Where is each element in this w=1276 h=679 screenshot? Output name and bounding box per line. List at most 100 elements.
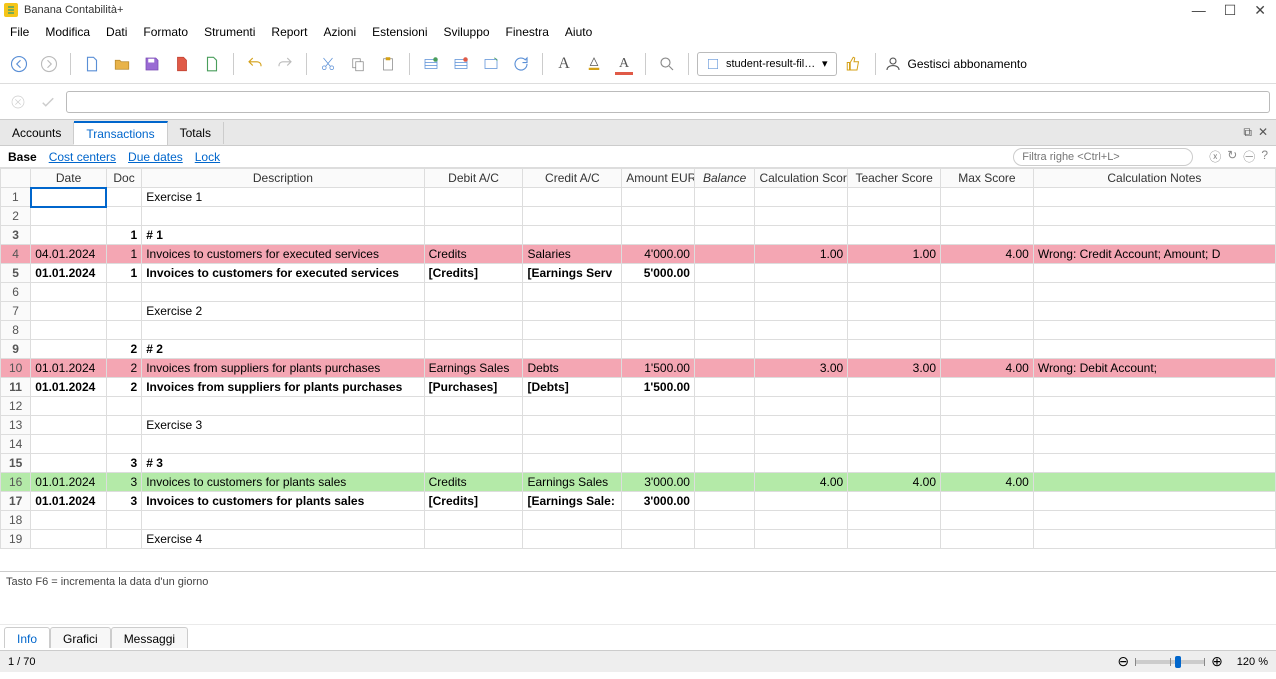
recalc-button[interactable]	[478, 51, 504, 77]
menu-aiuto[interactable]: Aiuto	[563, 23, 594, 41]
cell[interactable]	[755, 302, 848, 321]
cell[interactable]	[848, 511, 941, 530]
col-header[interactable]: Balance	[694, 169, 755, 188]
cell[interactable]	[106, 207, 141, 226]
cell[interactable]	[694, 416, 755, 435]
cell[interactable]	[694, 435, 755, 454]
cell[interactable]	[848, 397, 941, 416]
cell[interactable]	[622, 416, 695, 435]
save-button[interactable]	[139, 51, 165, 77]
subscription-button[interactable]: Gestisci abbonamento	[884, 55, 1027, 73]
cell[interactable]: Credits	[424, 245, 523, 264]
cell[interactable]	[424, 511, 523, 530]
cell[interactable]	[1033, 188, 1275, 207]
cell[interactable]: # 3	[142, 454, 424, 473]
cell[interactable]: 1	[106, 264, 141, 283]
translate-icon[interactable]: ㊀	[1243, 148, 1255, 165]
row-number[interactable]: 2	[1, 207, 31, 226]
cell[interactable]	[1033, 283, 1275, 302]
cell[interactable]	[755, 397, 848, 416]
cell[interactable]	[755, 435, 848, 454]
table-row[interactable]: 153# 3	[1, 454, 1276, 473]
cut-button[interactable]	[315, 51, 341, 77]
cell[interactable]	[622, 188, 695, 207]
cell[interactable]	[941, 435, 1034, 454]
cell[interactable]	[622, 321, 695, 340]
cell[interactable]	[424, 283, 523, 302]
cell[interactable]	[941, 454, 1034, 473]
cell[interactable]	[31, 207, 107, 226]
cell[interactable]	[755, 416, 848, 435]
menu-report[interactable]: Report	[269, 23, 309, 41]
menu-finestra[interactable]: Finestra	[504, 23, 551, 41]
cell[interactable]	[694, 492, 755, 511]
cell[interactable]	[848, 454, 941, 473]
menu-formato[interactable]: Formato	[141, 23, 190, 41]
cell[interactable]	[941, 492, 1034, 511]
cell[interactable]	[523, 416, 622, 435]
table-row[interactable]: 12	[1, 397, 1276, 416]
cell[interactable]	[106, 416, 141, 435]
cell[interactable]: [Earnings Sale:	[523, 492, 622, 511]
cell[interactable]: Credits	[424, 473, 523, 492]
row-number[interactable]: 13	[1, 416, 31, 435]
cell[interactable]: [Credits]	[424, 492, 523, 511]
new-file-button[interactable]	[79, 51, 105, 77]
col-header[interactable]: Date	[31, 169, 107, 188]
cell[interactable]	[755, 264, 848, 283]
cell[interactable]	[622, 435, 695, 454]
text-color-button[interactable]: A	[611, 51, 637, 77]
table-row[interactable]: 14	[1, 435, 1276, 454]
cell[interactable]	[31, 321, 107, 340]
cell[interactable]	[424, 435, 523, 454]
cell[interactable]: 1.00	[848, 245, 941, 264]
menu-sviluppo[interactable]: Sviluppo	[442, 23, 492, 41]
cell[interactable]	[1033, 473, 1275, 492]
cell[interactable]	[848, 435, 941, 454]
cell[interactable]	[941, 321, 1034, 340]
cell[interactable]	[523, 321, 622, 340]
table-row[interactable]: 404.01.20241Invoices to customers for ex…	[1, 245, 1276, 264]
cell[interactable]	[31, 530, 107, 549]
row-number[interactable]: 1	[1, 188, 31, 207]
menu-file[interactable]: File	[8, 23, 31, 41]
col-header[interactable]: Calculation Score	[755, 169, 848, 188]
cell[interactable]	[622, 454, 695, 473]
row-number[interactable]: 8	[1, 321, 31, 340]
row-number[interactable]: 4	[1, 245, 31, 264]
cell[interactable]: 4.00	[848, 473, 941, 492]
menu-estensioni[interactable]: Estensioni	[370, 23, 429, 41]
cell[interactable]	[424, 454, 523, 473]
cell[interactable]	[1033, 378, 1275, 397]
cell[interactable]	[941, 511, 1034, 530]
cell[interactable]	[424, 207, 523, 226]
col-header[interactable]	[1, 169, 31, 188]
cell[interactable]: [Debts]	[523, 378, 622, 397]
cell[interactable]	[142, 511, 424, 530]
cell[interactable]	[424, 226, 523, 245]
row-number[interactable]: 5	[1, 264, 31, 283]
cell[interactable]	[622, 530, 695, 549]
cell[interactable]	[755, 454, 848, 473]
table-row[interactable]: 13Exercise 3	[1, 416, 1276, 435]
cell[interactable]	[622, 226, 695, 245]
cell[interactable]	[848, 188, 941, 207]
cell[interactable]	[106, 511, 141, 530]
cell[interactable]	[694, 321, 755, 340]
cell[interactable]	[424, 321, 523, 340]
close-button[interactable]: ✕	[1254, 2, 1266, 19]
cell[interactable]: 2	[106, 359, 141, 378]
cell[interactable]: Exercise 1	[142, 188, 424, 207]
maximize-button[interactable]: ☐	[1224, 2, 1237, 19]
cell[interactable]	[142, 283, 424, 302]
cell[interactable]	[622, 511, 695, 530]
cell[interactable]	[848, 492, 941, 511]
cell[interactable]	[106, 302, 141, 321]
view-link-lock[interactable]: Lock	[195, 150, 220, 164]
cell[interactable]	[848, 283, 941, 302]
cell[interactable]	[106, 321, 141, 340]
table-row[interactable]: 1701.01.20243Invoices to customers for p…	[1, 492, 1276, 511]
cell[interactable]	[1033, 397, 1275, 416]
table-row[interactable]: 92# 2	[1, 340, 1276, 359]
cell[interactable]	[31, 416, 107, 435]
